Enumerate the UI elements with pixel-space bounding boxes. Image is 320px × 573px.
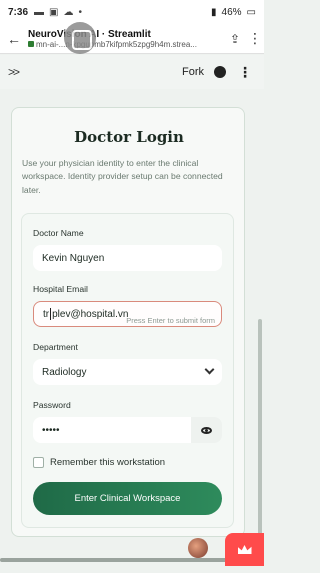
text-caret: [50, 308, 52, 320]
email-input[interactable]: tr plev@hospital.vn Press Enter to submit…: [33, 301, 222, 327]
browser-title-box[interactable]: NeuroVision AI · Streamlit mn-ai-...n-kp…: [28, 29, 224, 49]
avatar[interactable]: [188, 538, 208, 558]
signal-icon: ▮: [211, 6, 217, 18]
app-header: >> Fork ⋮: [0, 55, 264, 89]
department-select[interactable]: Radiology: [33, 359, 222, 385]
system-icons: ▮ 46% ▭: [211, 7, 256, 18]
streamlit-badge-button[interactable]: [225, 533, 264, 566]
eye-icon: [201, 426, 212, 434]
dot-icon: •: [78, 6, 82, 18]
email-label: Hospital Email: [33, 284, 88, 294]
password-value: •••••: [42, 424, 60, 436]
email-value-prefix: tr: [43, 308, 50, 320]
screen-record-overlay-icon[interactable]: [64, 22, 96, 54]
email-value-suffix: plev@hospital.vn: [52, 308, 129, 320]
department-label: Department: [33, 342, 78, 352]
status-bar: 7:36 ▬ ▣ ☁ • ▮ 46% ▭: [0, 0, 264, 24]
password-input[interactable]: •••••: [33, 417, 191, 443]
login-title: Doctor Login: [74, 128, 184, 146]
double-chevron-right-icon[interactable]: >>: [8, 65, 20, 79]
arrow-left-icon[interactable]: ←: [0, 31, 28, 47]
app-menu-icon[interactable]: ⋮: [238, 64, 252, 81]
submit-button[interactable]: Enter Clinical Workspace: [33, 482, 222, 515]
url-text: mn-ai-...n-kpgupmb7kifpmk5zpg9h4m.strea.…: [36, 39, 197, 49]
message-icon: ▬: [34, 6, 45, 18]
doctor-name-input[interactable]: Kevin Nguyen: [33, 245, 222, 271]
remember-label: Remember this workstation: [50, 457, 166, 468]
lock-icon: [28, 41, 34, 47]
github-icon[interactable]: [214, 66, 226, 78]
page-title: NeuroVision AI · Streamlit: [28, 28, 151, 40]
battery-text: 46%: [221, 6, 242, 18]
department-value: Radiology: [42, 366, 87, 378]
login-description: Use your physician identity to enter the…: [22, 158, 223, 195]
horizontal-scrollbar[interactable]: [0, 558, 230, 562]
submit-hint: Press Enter to submit form: [126, 316, 215, 325]
crown-icon: [237, 545, 252, 554]
cloud-icon: ☁: [63, 6, 74, 18]
vertical-scrollbar[interactable]: [258, 319, 262, 539]
image-icon: ▣: [49, 6, 59, 18]
share-icon[interactable]: ⇪: [224, 32, 246, 46]
battery-icon: ▭: [246, 6, 256, 18]
doctor-name-value: Kevin Nguyen: [42, 252, 105, 264]
status-time: 7:36: [8, 6, 29, 18]
show-password-button[interactable]: [191, 417, 222, 443]
notification-icons: ▬ ▣ ☁ •: [34, 7, 82, 18]
doctor-name-label: Doctor Name: [33, 228, 84, 238]
kebab-menu-icon[interactable]: ⋮: [246, 30, 264, 47]
url-row: mn-ai-...n-kpgupmb7kifpmk5zpg9h4m.strea.…: [28, 40, 224, 49]
fork-button[interactable]: Fork: [182, 66, 204, 78]
password-label: Password: [33, 400, 71, 410]
chevron-down-icon: [204, 364, 215, 375]
browser-toolbar: ← NeuroVision AI · Streamlit mn-ai-...n-…: [0, 24, 264, 54]
remember-checkbox[interactable]: [33, 457, 44, 468]
login-form: Doctor Name Kevin Nguyen Hospital Email …: [21, 213, 234, 528]
